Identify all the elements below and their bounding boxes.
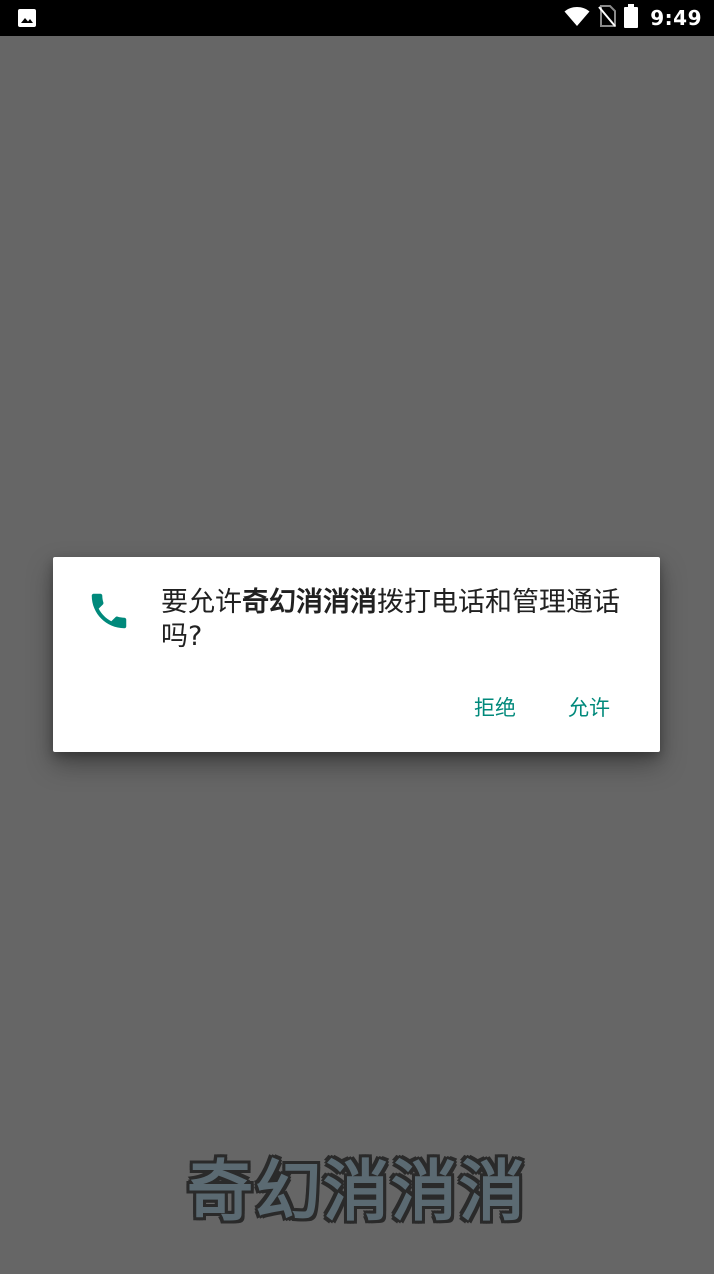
dialog-message: 要允许奇幻消消消拨打电话和管理通话吗? bbox=[161, 586, 643, 654]
status-time: 9:49 bbox=[650, 6, 702, 30]
image-notification-icon bbox=[17, 8, 37, 28]
game-title-logo: 奇幻消消消 bbox=[187, 1153, 527, 1230]
deny-button[interactable]: 拒绝 bbox=[474, 692, 516, 722]
message-prefix: 要允许 bbox=[161, 587, 242, 618]
permission-dialog: 要允许奇幻消消消拨打电话和管理通话吗? 拒绝 允许 bbox=[53, 557, 660, 752]
dialog-actions: 拒绝 允许 bbox=[474, 692, 610, 722]
allow-button[interactable]: 允许 bbox=[568, 692, 610, 722]
phone-icon bbox=[86, 588, 132, 634]
status-icons: 9:49 bbox=[564, 0, 702, 36]
wifi-icon bbox=[564, 5, 590, 31]
no-sim-icon bbox=[598, 5, 617, 31]
battery-icon bbox=[624, 4, 639, 32]
app-name: 奇幻消消消 bbox=[242, 587, 377, 618]
status-bar: 9:49 bbox=[0, 0, 714, 36]
